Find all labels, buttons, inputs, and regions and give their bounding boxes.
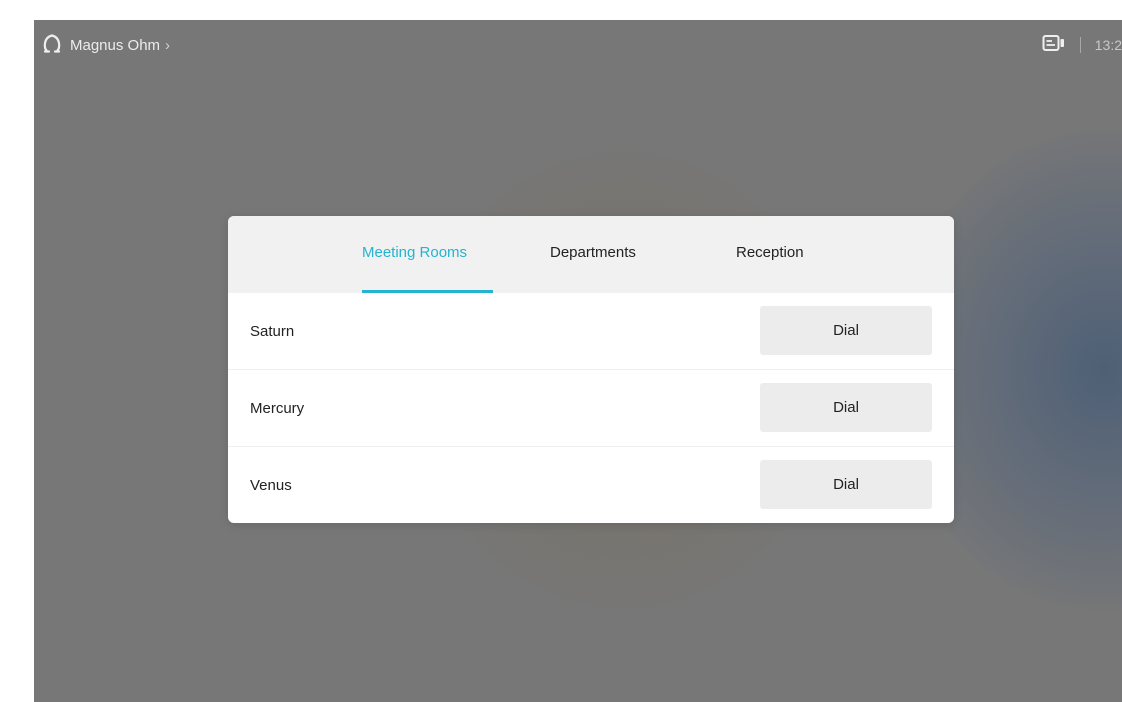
list-item: Venus Dial: [228, 447, 954, 523]
user-name: Magnus Ohm: [70, 36, 161, 54]
status-divider: [1079, 37, 1081, 53]
room-name: Mercury: [250, 400, 305, 417]
dial-button[interactable]: Dial: [760, 306, 932, 355]
user-menu-button[interactable]: Magnus Ohm ›: [42, 33, 170, 57]
clock: 13:2: [1094, 37, 1122, 53]
dial-button[interactable]: Dial: [760, 460, 932, 509]
tab-meeting-rooms[interactable]: Meeting Rooms: [362, 244, 467, 261]
list-item: Saturn Dial: [228, 293, 954, 370]
dial-button[interactable]: Dial: [760, 383, 932, 432]
chevron-right-icon: ›: [165, 36, 171, 54]
touch-screen: Magnus Ohm › 13:2 Meeting Rooms Departme…: [34, 20, 1122, 702]
list-item: Mercury Dial: [228, 370, 954, 447]
top-bar: Magnus Ohm › 13:2: [34, 20, 1122, 72]
video-device-icon[interactable]: [1042, 34, 1066, 57]
room-name: Saturn: [250, 323, 295, 340]
room-name: Venus: [250, 477, 292, 494]
tab-bar: Meeting Rooms Departments Reception: [228, 216, 954, 293]
status-area: 13:2: [1042, 34, 1122, 56]
tab-departments[interactable]: Departments: [550, 244, 636, 261]
person-outline-icon: [42, 32, 62, 59]
tab-reception[interactable]: Reception: [736, 244, 804, 261]
directory-panel: Meeting Rooms Departments Reception Satu…: [228, 216, 954, 523]
